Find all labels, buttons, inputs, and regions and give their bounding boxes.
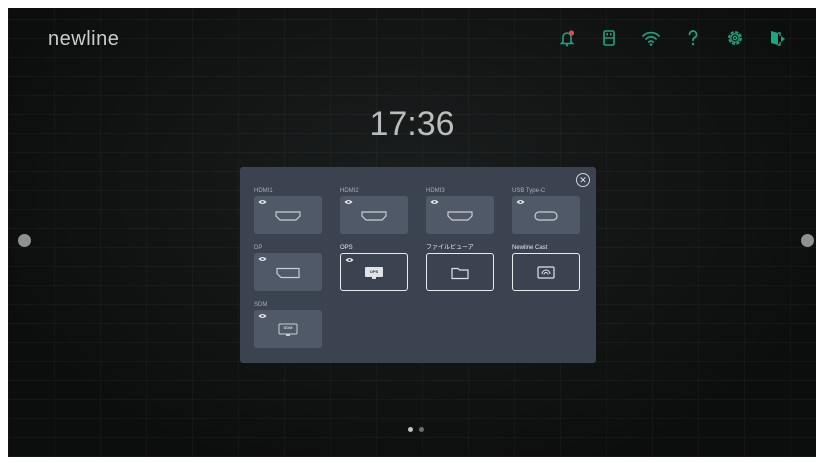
source-label: SDM — [254, 302, 268, 308]
source-card[interactable] — [512, 253, 580, 291]
source-grid: HDMI1 HDMI2 HDMI3 USB Type-C DP OPS OPS … — [254, 187, 580, 348]
eye-icon[interactable] — [430, 199, 439, 205]
left-sidebar-handle[interactable] — [18, 234, 31, 247]
status-bar — [556, 27, 788, 49]
source-label: USB Type-C — [512, 188, 546, 194]
source-card[interactable]: SDM — [254, 310, 322, 348]
source-ops[interactable]: OPS OPS — [340, 244, 408, 291]
source-label: Newline Cast — [512, 245, 548, 251]
eye-icon[interactable] — [345, 257, 354, 263]
displayport-icon — [276, 267, 300, 278]
home-screen: newline 17:36 ✕ HDMI1 HDMI2 HDMI3 USB Ty… — [8, 8, 816, 457]
eye-icon[interactable] — [258, 313, 267, 319]
source-usb-type-c[interactable]: USB Type-C — [512, 187, 580, 234]
source-hdmi1[interactable]: HDMI1 — [254, 187, 322, 234]
settings-gear-icon[interactable] — [724, 27, 746, 49]
source-file-viewer[interactable]: ファイルビューア — [426, 244, 494, 291]
source-label: HDMI2 — [340, 188, 359, 194]
close-button[interactable]: ✕ — [576, 173, 590, 187]
hdmi-port-icon — [447, 211, 473, 221]
source-label: HDMI3 — [426, 188, 445, 194]
page-dot[interactable] — [408, 427, 413, 432]
cast-icon — [537, 266, 555, 280]
clock: 17:36 — [369, 105, 455, 143]
source-sdm[interactable]: SDM SDM — [254, 301, 322, 348]
source-card[interactable] — [254, 253, 322, 291]
right-sidebar-handle[interactable] — [801, 234, 814, 247]
ops-sub-label: OPS — [369, 269, 379, 274]
source-dp[interactable]: DP — [254, 244, 322, 291]
exit-icon[interactable] — [766, 27, 788, 49]
eye-icon[interactable] — [344, 199, 353, 205]
hdmi-port-icon — [361, 211, 387, 221]
bell-icon[interactable] — [556, 27, 578, 49]
help-icon[interactable] — [682, 27, 704, 49]
source-card[interactable] — [426, 196, 494, 234]
hdmi-port-icon — [275, 211, 301, 221]
source-label: DP — [254, 245, 263, 251]
source-label: HDMI1 — [254, 188, 273, 194]
usb-c-port-icon — [534, 211, 558, 221]
page-indicator — [408, 427, 424, 432]
eye-icon[interactable] — [258, 199, 267, 205]
input-source-panel: ✕ HDMI1 HDMI2 HDMI3 USB Type-C DP OPS OP… — [240, 167, 596, 363]
sdm-sub-label: SDM — [283, 325, 293, 330]
source-label: OPS — [340, 245, 353, 251]
source-card[interactable]: OPS — [340, 253, 408, 291]
source-card[interactable] — [254, 196, 322, 234]
eye-icon[interactable] — [258, 256, 267, 262]
brand-logo: newline — [48, 28, 120, 50]
source-card[interactable] — [426, 253, 494, 291]
source-hdmi2[interactable]: HDMI2 — [340, 187, 408, 234]
usb-drive-icon[interactable] — [598, 27, 620, 49]
source-hdmi3[interactable]: HDMI3 — [426, 187, 494, 234]
page-dot[interactable] — [419, 427, 424, 432]
folder-icon — [451, 266, 469, 279]
source-label: ファイルビューア — [426, 245, 474, 251]
eye-icon[interactable] — [516, 199, 525, 205]
source-newline-cast[interactable]: Newline Cast — [512, 244, 580, 291]
wifi-icon[interactable] — [640, 27, 662, 49]
source-card[interactable] — [340, 196, 408, 234]
source-card[interactable] — [512, 196, 580, 234]
